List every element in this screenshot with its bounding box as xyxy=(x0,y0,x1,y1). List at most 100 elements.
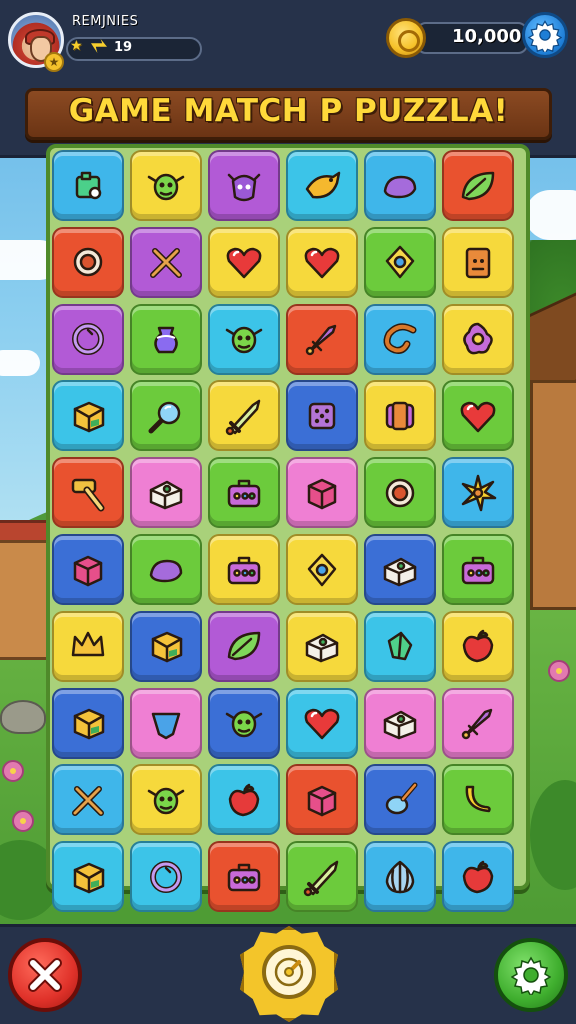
crate-icon xyxy=(73,401,105,433)
tile[interactable] xyxy=(442,610,514,682)
tile[interactable] xyxy=(130,380,202,452)
tile[interactable] xyxy=(208,764,280,836)
gem-icon xyxy=(385,246,415,279)
blob-icon xyxy=(149,559,183,582)
tile[interactable] xyxy=(442,841,514,913)
tile[interactable] xyxy=(52,380,124,452)
tile[interactable] xyxy=(442,534,514,605)
chest-icon xyxy=(383,710,417,740)
tile[interactable] xyxy=(208,303,280,375)
tile[interactable] xyxy=(286,610,358,682)
tile[interactable] xyxy=(364,841,436,913)
leaf-icon xyxy=(461,171,495,200)
swirl-icon xyxy=(150,860,182,893)
tile[interactable] xyxy=(286,841,358,913)
tile[interactable] xyxy=(52,150,124,221)
tile[interactable] xyxy=(208,226,280,298)
star-icon xyxy=(461,474,497,511)
tile[interactable] xyxy=(130,764,202,836)
tile[interactable] xyxy=(442,226,514,298)
tile[interactable] xyxy=(442,380,514,452)
magnifier-icon xyxy=(148,401,181,434)
tile[interactable] xyxy=(364,610,436,682)
tile[interactable] xyxy=(208,150,280,221)
tile[interactable] xyxy=(52,303,124,375)
tile[interactable] xyxy=(52,764,124,836)
box-icon xyxy=(75,171,102,199)
flower xyxy=(12,810,34,832)
tile[interactable] xyxy=(286,150,358,221)
spoon-icon xyxy=(385,782,418,815)
close-button[interactable] xyxy=(8,938,82,1012)
tile[interactable] xyxy=(130,226,202,298)
goblin-icon xyxy=(147,173,185,200)
close-icon xyxy=(28,958,62,992)
compass-icon xyxy=(274,957,304,987)
game-title: GAME MATCH P PUZZLA! xyxy=(68,93,509,129)
tile[interactable] xyxy=(442,303,514,375)
bag-icon xyxy=(227,556,261,584)
settings-button[interactable] xyxy=(494,938,568,1012)
ring-icon xyxy=(385,478,415,507)
tile[interactable] xyxy=(52,534,124,605)
apple-icon xyxy=(228,783,260,817)
banana-icon xyxy=(465,785,491,813)
gear-icon xyxy=(527,20,563,55)
tile[interactable] xyxy=(52,457,124,529)
flower-icon xyxy=(463,322,493,355)
tile[interactable] xyxy=(442,150,514,221)
tile[interactable] xyxy=(52,610,124,682)
tile[interactable] xyxy=(364,303,436,375)
tile[interactable] xyxy=(286,380,358,452)
tile[interactable] xyxy=(130,534,202,605)
tile[interactable] xyxy=(364,534,436,605)
tile[interactable] xyxy=(208,841,280,913)
tile[interactable] xyxy=(286,303,358,375)
tile[interactable] xyxy=(208,534,280,605)
coin-icon xyxy=(386,18,426,58)
goblin-icon xyxy=(147,787,185,815)
tile[interactable] xyxy=(364,457,436,529)
hint-button-face[interactable] xyxy=(262,945,316,999)
tile[interactable] xyxy=(364,764,436,836)
tile[interactable] xyxy=(208,687,280,759)
barrel-icon xyxy=(385,401,415,431)
dice-icon xyxy=(308,402,336,430)
tile[interactable] xyxy=(364,150,436,221)
tile[interactable] xyxy=(130,150,202,221)
hammer-icon xyxy=(71,478,105,512)
tile[interactable] xyxy=(130,303,202,375)
tile[interactable] xyxy=(208,610,280,682)
tile[interactable] xyxy=(130,687,202,759)
tile[interactable] xyxy=(286,687,358,759)
tile[interactable] xyxy=(364,226,436,298)
player-level: 19 xyxy=(114,40,133,55)
bag-icon xyxy=(227,479,261,507)
tile[interactable] xyxy=(286,457,358,529)
tile[interactable] xyxy=(442,457,514,529)
tile[interactable] xyxy=(130,841,202,913)
settings-gear-button[interactable] xyxy=(522,12,568,58)
goblin-icon xyxy=(225,710,263,738)
sword-icon xyxy=(225,399,261,436)
apple-icon xyxy=(462,630,494,663)
tile[interactable] xyxy=(286,226,358,298)
tile[interactable] xyxy=(52,226,124,298)
tile[interactable] xyxy=(208,457,280,529)
cube-icon xyxy=(73,555,103,586)
tile[interactable] xyxy=(130,457,202,529)
tile[interactable] xyxy=(52,687,124,759)
star-icon: ★ xyxy=(70,38,83,54)
bag-icon xyxy=(227,863,261,891)
potion-icon xyxy=(154,326,178,354)
tile[interactable] xyxy=(52,841,124,913)
tile[interactable] xyxy=(442,764,514,836)
tile[interactable] xyxy=(130,610,202,682)
tile[interactable] xyxy=(364,687,436,759)
tile[interactable] xyxy=(364,380,436,452)
tile[interactable] xyxy=(286,764,358,836)
tile[interactable] xyxy=(442,687,514,759)
tile[interactable] xyxy=(208,380,280,452)
shield-icon xyxy=(151,712,181,740)
tile[interactable] xyxy=(286,534,358,605)
